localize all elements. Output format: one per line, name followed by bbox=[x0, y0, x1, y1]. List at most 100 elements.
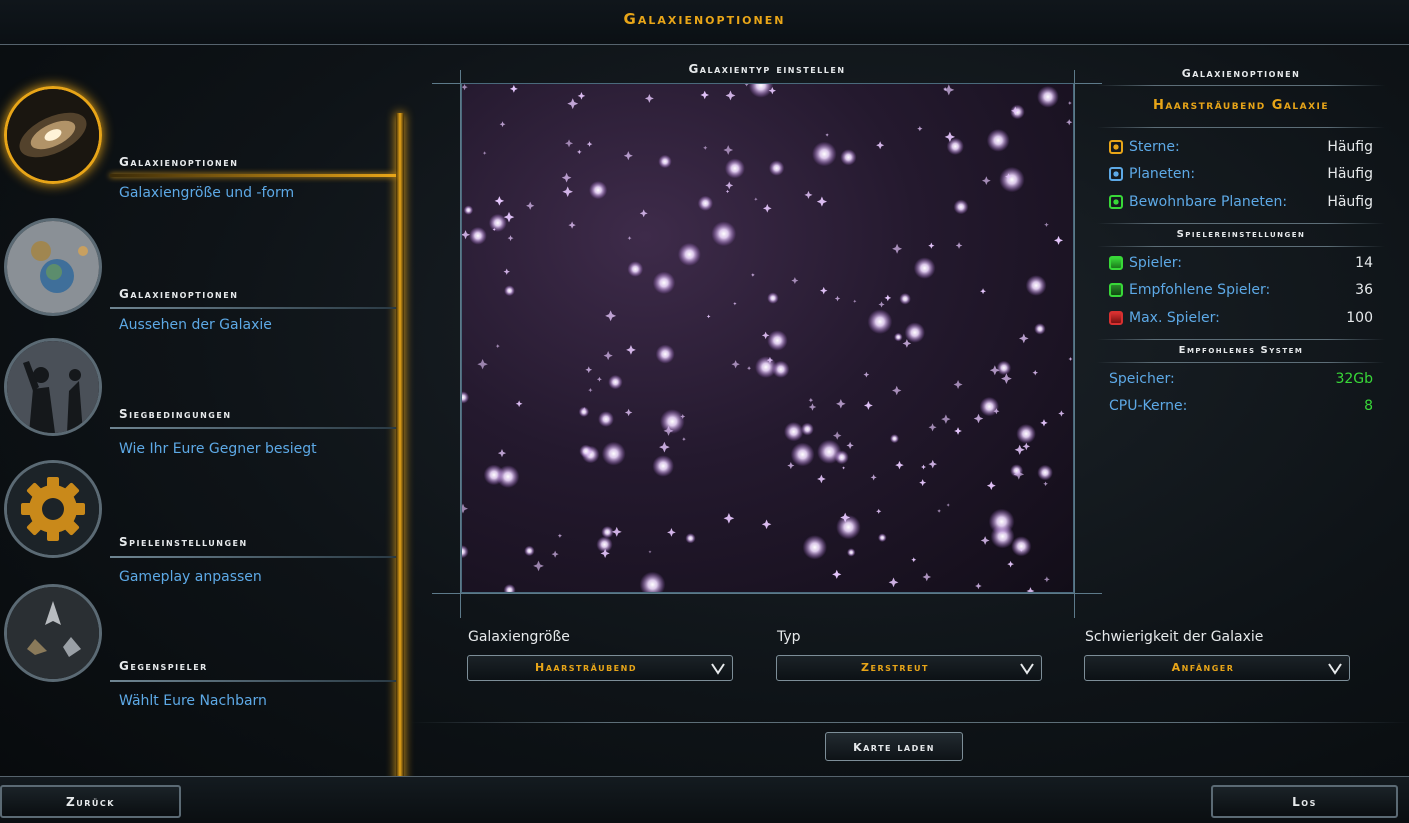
panel-divider bbox=[1097, 339, 1385, 340]
bright-star bbox=[836, 514, 861, 540]
bright-star bbox=[904, 322, 925, 343]
small-star bbox=[808, 403, 817, 411]
small-star bbox=[611, 526, 622, 537]
bright-star bbox=[768, 160, 785, 176]
bright-star bbox=[677, 242, 701, 266]
bright-star bbox=[627, 261, 644, 277]
type-value: Zerstreut bbox=[861, 661, 929, 674]
preview-frame-line bbox=[432, 593, 1102, 594]
player-icon bbox=[1109, 256, 1123, 270]
stars-label: Sterne: bbox=[1129, 139, 1180, 155]
small-star bbox=[1068, 356, 1073, 361]
bright-star bbox=[524, 545, 535, 557]
bright-star bbox=[890, 434, 899, 444]
bright-star bbox=[503, 584, 516, 592]
small-star bbox=[928, 423, 937, 432]
small-star bbox=[497, 449, 507, 458]
small-star bbox=[603, 350, 613, 361]
small-star bbox=[515, 400, 523, 408]
small-star bbox=[754, 197, 758, 201]
small-star bbox=[639, 209, 648, 218]
memory-label: Speicher: bbox=[1109, 371, 1175, 387]
nav-item-divider bbox=[110, 556, 396, 558]
nav-item-opponents[interactable]: Gegenspieler Wählt Eure Nachbarn bbox=[0, 581, 396, 709]
player-settings-heading: Spielereinstellungen bbox=[1176, 229, 1306, 240]
small-star bbox=[499, 121, 506, 128]
small-star bbox=[644, 93, 654, 103]
bright-star bbox=[996, 360, 1012, 376]
galaxy-preview[interactable] bbox=[461, 83, 1074, 593]
nav-item-galaxy-size[interactable]: Galaxienoptionen Galaxiengröße und -form bbox=[0, 83, 396, 203]
nav-item-divider bbox=[110, 307, 396, 309]
bright-star bbox=[462, 391, 470, 404]
players-row: Spieler: 14 bbox=[1109, 255, 1373, 275]
small-star bbox=[700, 90, 710, 100]
bright-star bbox=[817, 439, 842, 464]
nav-item-victory-conditions[interactable]: Siegbedingungen Wie Ihr Eure Gegner besi… bbox=[0, 335, 396, 457]
small-star bbox=[888, 577, 899, 588]
small-star bbox=[605, 310, 617, 322]
chevron-down-icon bbox=[711, 663, 725, 675]
bright-star bbox=[878, 533, 887, 542]
bright-star bbox=[953, 199, 969, 215]
galaxy-size-value: Haarsträubend bbox=[535, 661, 637, 674]
small-star bbox=[1019, 333, 1029, 344]
small-star bbox=[817, 474, 826, 484]
planets-icon bbox=[4, 218, 102, 316]
nav-item-title: Spieleinstellungen bbox=[119, 535, 248, 549]
small-star bbox=[863, 371, 870, 378]
difficulty-dropdown[interactable]: Anfänger bbox=[1084, 655, 1350, 681]
bright-star bbox=[724, 158, 745, 179]
small-star bbox=[503, 268, 510, 275]
page-title: Galaxienoptionen bbox=[623, 10, 786, 28]
small-star bbox=[462, 503, 468, 514]
go-button[interactable]: Los bbox=[1211, 785, 1398, 818]
soldier-silhouette-icon bbox=[4, 338, 102, 436]
small-star bbox=[551, 550, 559, 558]
habitable-planets-label: Bewohnbare Planeten: bbox=[1129, 194, 1288, 210]
small-star bbox=[731, 360, 740, 369]
habitable-planets-value: Häufig bbox=[1327, 194, 1373, 210]
small-star bbox=[659, 441, 670, 453]
nav-item-title: Galaxienoptionen bbox=[119, 287, 239, 301]
small-star bbox=[946, 503, 950, 507]
players-value: 14 bbox=[1355, 255, 1373, 271]
nav-item-galaxy-look[interactable]: Galaxienoptionen Aussehen der Galaxie bbox=[0, 215, 396, 335]
nav-item-divider bbox=[110, 174, 396, 177]
cpu-cores-label: CPU-Kerne: bbox=[1109, 398, 1188, 414]
bright-star bbox=[496, 465, 520, 488]
small-star bbox=[703, 145, 708, 150]
bright-star bbox=[894, 332, 903, 342]
type-dropdown[interactable]: Zerstreut bbox=[776, 655, 1042, 681]
small-star bbox=[495, 344, 500, 349]
small-star bbox=[853, 299, 857, 303]
back-button[interactable]: Zurück bbox=[0, 785, 181, 818]
difficulty-label: Schwierigkeit der Galaxie bbox=[1085, 629, 1264, 645]
small-star bbox=[820, 286, 828, 295]
max-players-row: Max. Spieler: 100 bbox=[1109, 310, 1373, 330]
bright-star bbox=[767, 292, 779, 304]
chevron-down-icon bbox=[1020, 663, 1034, 675]
bright-star bbox=[639, 571, 666, 592]
planets-label: Planeten: bbox=[1129, 166, 1196, 182]
small-star bbox=[953, 380, 963, 390]
bright-star bbox=[596, 536, 613, 553]
nav-item-divider bbox=[110, 680, 396, 682]
galaxy-size-dropdown[interactable]: Haarsträubend bbox=[467, 655, 733, 681]
nav-item-game-settings[interactable]: Spieleinstellungen Gameplay anpassen bbox=[0, 457, 396, 585]
small-star bbox=[832, 569, 842, 579]
bright-star bbox=[847, 548, 856, 557]
planets-value: Häufig bbox=[1327, 166, 1373, 182]
small-star bbox=[1026, 587, 1035, 592]
small-star bbox=[567, 98, 579, 110]
nav-highlight-rail bbox=[396, 113, 404, 803]
galaxy-starfield bbox=[462, 84, 1073, 592]
small-star bbox=[586, 141, 593, 147]
stars-row: Sterne: Häufig bbox=[1109, 139, 1373, 159]
bright-star bbox=[801, 422, 814, 436]
load-map-button[interactable]: Karte laden bbox=[825, 732, 963, 761]
bright-star bbox=[608, 374, 623, 390]
star-icon bbox=[1109, 140, 1123, 154]
bright-star bbox=[999, 166, 1025, 193]
bright-star bbox=[988, 508, 1015, 535]
